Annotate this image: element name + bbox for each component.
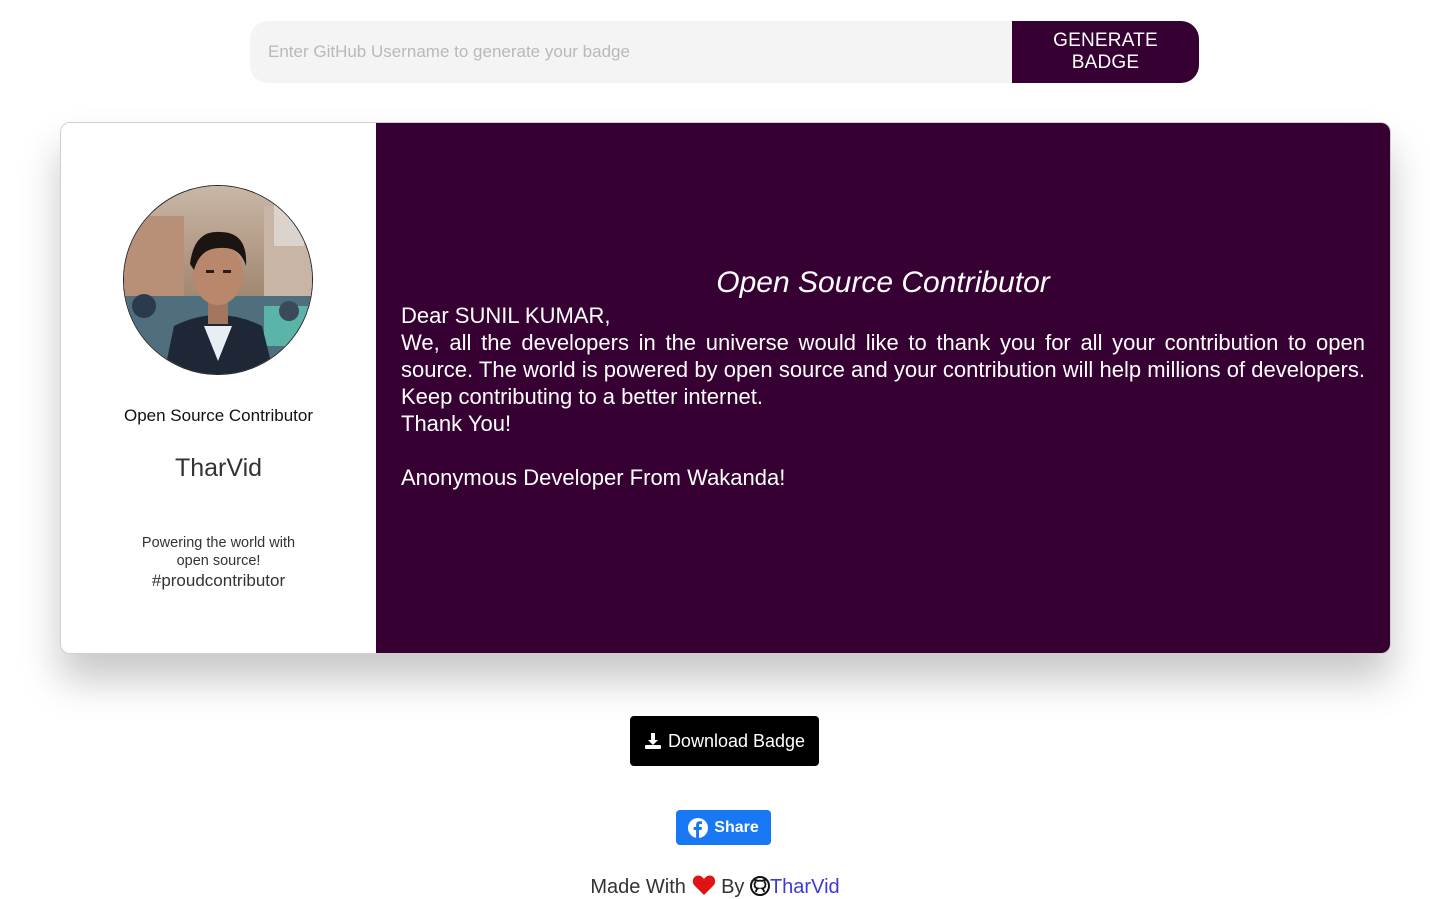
badge-signature: Anonymous Developer From Wakanda! (401, 465, 786, 490)
generate-badge-button[interactable]: GENERATE BADGE (1012, 21, 1199, 83)
footer: Made With By TharVid (0, 874, 1430, 899)
badge-profile-panel: Open Source Contributor TharVid Powering… (61, 123, 376, 653)
profile-role: Open Source Contributor (124, 406, 313, 425)
badge-title: Open Source Contributor (716, 266, 1050, 299)
badge-closing: Thank You! (401, 411, 512, 436)
heart-icon (692, 875, 715, 895)
download-badge-button[interactable]: Download Badge (630, 716, 819, 766)
footer-by: By (721, 876, 745, 898)
badge-greeting: Dear SUNIL KUMAR, (401, 303, 611, 328)
badge-card: Open Source Contributor TharVid Powering… (60, 122, 1391, 654)
profile-hashtag: #proudcontributor (151, 571, 286, 590)
footer-author-link[interactable]: TharVid (770, 876, 840, 898)
badge-message-panel: Open Source Contributor Dear SUNIL KUMAR… (376, 123, 1390, 653)
download-badge-label: Download Badge (667, 730, 806, 751)
github-username-input[interactable] (250, 21, 1012, 83)
facebook-icon (688, 817, 709, 838)
badge-message-text: We, all the developers in the universe w… (401, 330, 1365, 409)
profile-username: TharVid (174, 454, 263, 482)
username-search-bar: GENERATE BADGE (250, 21, 1199, 83)
profile-tagline: Powering the world with open source! (141, 535, 296, 569)
github-icon (749, 876, 770, 896)
download-icon (644, 733, 661, 749)
facebook-share-button[interactable]: Share (676, 810, 771, 845)
avatar-photo (124, 186, 312, 374)
badge-message: Dear SUNIL KUMAR, We, all the developers… (401, 302, 1365, 491)
footer-made-with: Made With (590, 876, 686, 898)
share-label: Share (714, 818, 759, 836)
avatar (123, 185, 313, 375)
